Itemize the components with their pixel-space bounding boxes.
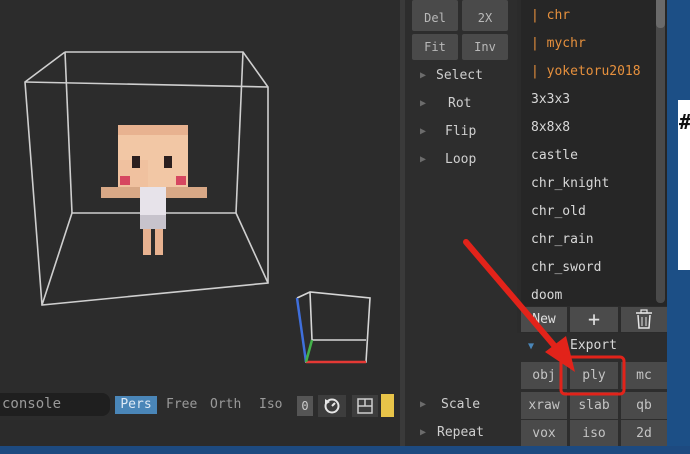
fit-button[interactable]: Fit [412, 34, 458, 60]
file-item-chr-sword[interactable]: chr_sword [531, 258, 601, 278]
export-mc-button[interactable]: mc [621, 362, 667, 389]
grid-toggle-button[interactable] [352, 395, 378, 417]
trash-icon [636, 309, 652, 329]
scrollbar-handle[interactable] [656, 0, 665, 28]
scrollbar-thumb[interactable] [656, 0, 665, 303]
taskbar [0, 446, 690, 454]
expand-flip-icon: ▶ [420, 126, 427, 137]
file-item-folder-mychr[interactable]: | mychr [531, 34, 586, 54]
file-item-folder-chr[interactable]: | chr [531, 6, 570, 26]
tool-rot[interactable]: Rot [448, 96, 471, 111]
file-item-8x8x8[interactable]: 8x8x8 [531, 118, 570, 138]
file-item-folder-yoketoru2018[interactable]: | yoketoru2018 [531, 62, 641, 82]
console-input[interactable]: console [0, 393, 110, 416]
grid-icon [357, 398, 373, 414]
tool-repeat[interactable]: Repeat [437, 425, 484, 440]
3d-viewport[interactable] [0, 0, 400, 390]
add-file-button[interactable]: + [570, 307, 618, 332]
tool-loop[interactable]: Loop [445, 152, 476, 167]
view-mode-pers[interactable]: Pers [115, 396, 157, 414]
export-xraw-button[interactable]: xraw [521, 392, 567, 419]
color-swatch[interactable] [381, 394, 394, 417]
invert-button[interactable]: Inv [462, 34, 508, 60]
expand-loop-icon: ▶ [420, 154, 427, 165]
view-mode-orth[interactable]: Orth [210, 396, 241, 414]
double-button[interactable]: 2X [462, 5, 508, 31]
axis-gizmo-icon [295, 291, 371, 364]
expand-select-icon: ▶ [420, 70, 427, 81]
export-slab-button[interactable]: slab [570, 392, 618, 419]
rotate-reset-icon [324, 398, 340, 414]
delete-file-button[interactable] [621, 307, 667, 332]
view-mode-free[interactable]: Free [166, 396, 197, 414]
file-item-castle[interactable]: castle [531, 146, 578, 166]
export-2d-button[interactable]: 2d [621, 420, 667, 447]
frame-counter[interactable]: 0 [297, 396, 313, 416]
new-file-button[interactable]: New [521, 307, 567, 332]
desktop-glyph: # [679, 110, 690, 134]
reset-view-button[interactable] [318, 395, 346, 417]
file-item-chr-knight[interactable]: chr_knight [531, 174, 609, 194]
tool-scale[interactable]: Scale [441, 397, 480, 412]
export-ply-button[interactable]: ply [570, 362, 618, 389]
del-button[interactable]: Del [412, 5, 458, 31]
file-item-3x3x3[interactable]: 3x3x3 [531, 90, 570, 110]
file-item-chr-old[interactable]: chr_old [531, 202, 586, 222]
viewport-canvas[interactable] [0, 0, 400, 390]
file-item-doom[interactable]: doom [531, 286, 562, 306]
expand-scale-icon: ▶ [420, 399, 427, 410]
export-collapse-icon[interactable]: ▼ [528, 341, 534, 352]
tool-flip[interactable]: Flip [445, 124, 476, 139]
export-qb-button[interactable]: qb [621, 392, 667, 419]
voxel-character-model [101, 125, 207, 255]
view-mode-iso[interactable]: Iso [259, 396, 282, 414]
export-title[interactable]: Export [570, 338, 617, 353]
tool-select[interactable]: Select [436, 68, 483, 83]
export-obj-button[interactable]: obj [521, 362, 567, 389]
export-iso-button[interactable]: iso [570, 420, 618, 447]
expand-repeat-icon: ▶ [420, 427, 427, 438]
file-item-chr-rain[interactable]: chr_rain [531, 230, 594, 250]
expand-rot-icon: ▶ [420, 98, 427, 109]
export-vox-button[interactable]: vox [521, 420, 567, 447]
